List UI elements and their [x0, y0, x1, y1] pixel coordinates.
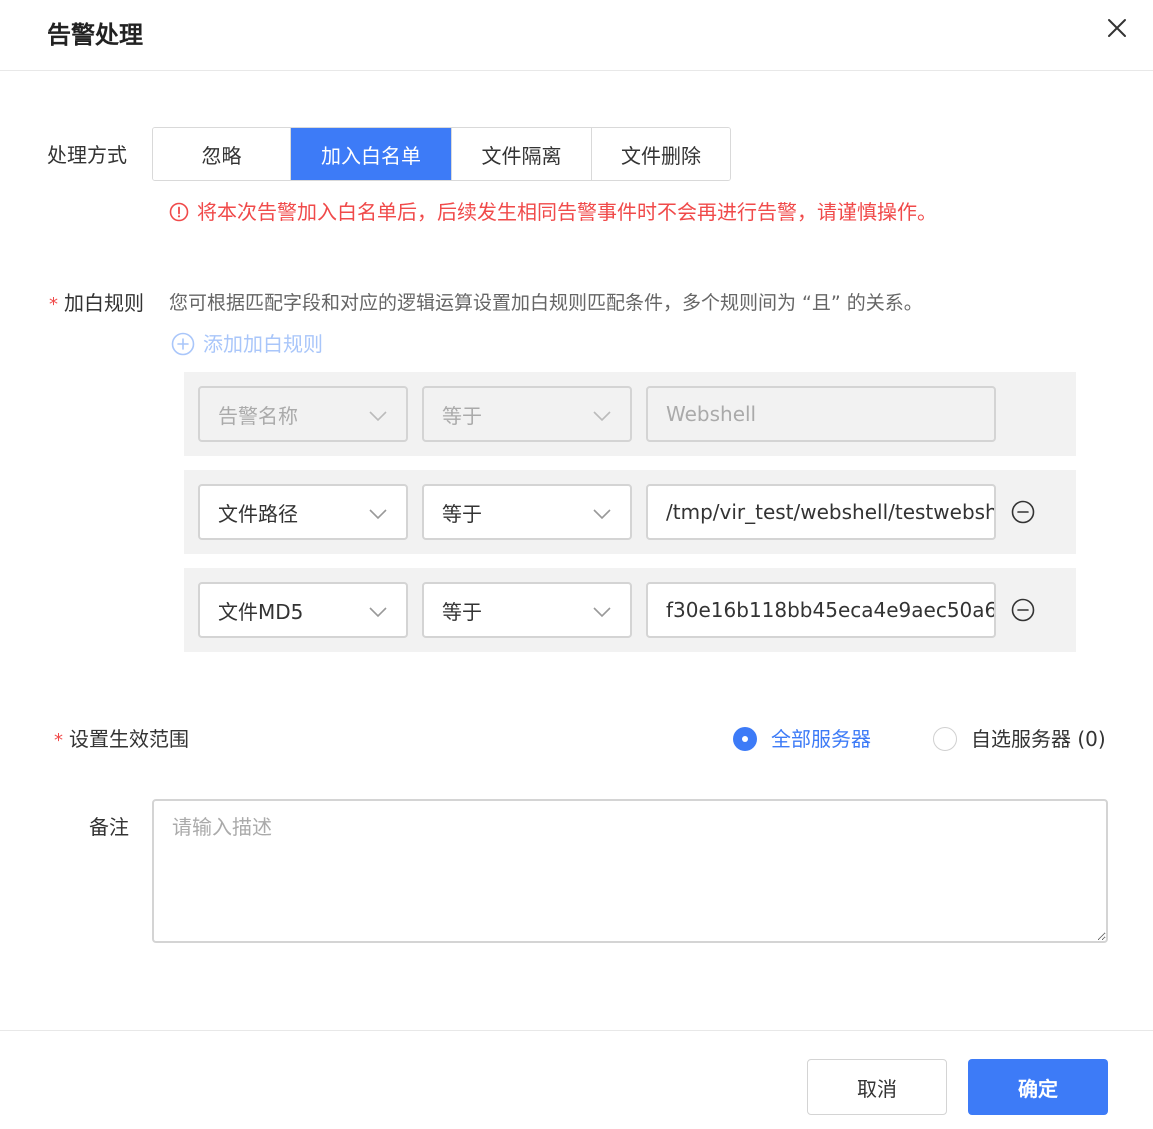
- warning-text: 将本次告警加入白名单后，后续发生相同告警事件时不会再进行告警，请谨慎操作。: [197, 200, 937, 224]
- handling-label: 处理方式: [47, 143, 127, 167]
- rule-operator-select: 等于: [422, 386, 632, 442]
- radio-checked-icon: [733, 727, 757, 751]
- chevron-down-icon: [369, 411, 387, 422]
- handling-option-delete[interactable]: 文件删除: [591, 128, 730, 180]
- chevron-down-icon: [593, 607, 611, 618]
- add-rule-button[interactable]: 添加加白规则: [171, 330, 323, 358]
- rule-row: 文件路径 等于 /tmp/vir_test/webshell/testwebsh…: [184, 470, 1076, 554]
- scope-label-text: 设置生效范围: [69, 727, 189, 751]
- required-mark: *: [54, 730, 63, 751]
- rules-label: * 加白规则: [49, 289, 144, 319]
- rule-field-select: 告警名称: [198, 386, 408, 442]
- rule-operator-select[interactable]: 等于: [422, 582, 632, 638]
- footer-divider: [0, 1030, 1153, 1031]
- rule-operator-value: 等于: [442, 403, 482, 428]
- rule-field-select[interactable]: 文件MD5: [198, 582, 408, 638]
- plus-circle-icon: [171, 332, 195, 356]
- required-mark: *: [49, 294, 58, 315]
- remark-label: 备注: [89, 815, 129, 839]
- scope-radio-custom-servers[interactable]: 自选服务器 (0): [933, 725, 1106, 753]
- chevron-down-icon: [593, 411, 611, 422]
- remove-rule-icon[interactable]: [1011, 500, 1035, 524]
- rule-value-input[interactable]: f30e16b118bb45eca4e9aec50a69: [646, 582, 996, 638]
- warning-icon: [169, 202, 189, 222]
- rule-operator-select[interactable]: 等于: [422, 484, 632, 540]
- add-rule-label: 添加加白规则: [203, 332, 323, 356]
- handling-option-ignore[interactable]: 忽略: [153, 128, 290, 180]
- rule-field-value: 文件MD5: [218, 599, 304, 624]
- handling-segmented-control: 忽略 加入白名单 文件隔离 文件删除: [152, 127, 731, 181]
- rules-label-text: 加白规则: [64, 291, 144, 315]
- rules-hint: 您可根据匹配字段和对应的逻辑运算设置加白规则匹配条件，多个规则间为 “且” 的关…: [169, 292, 923, 314]
- rule-row: 告警名称 等于 Webshell: [184, 372, 1076, 456]
- radio-unchecked-icon: [933, 727, 957, 751]
- rule-field-value: 文件路径: [218, 501, 298, 526]
- rule-field-value: 告警名称: [218, 403, 298, 428]
- confirm-button[interactable]: 确定: [968, 1059, 1108, 1115]
- dialog-title: 告警处理: [47, 21, 143, 49]
- warning-message: 将本次告警加入白名单后，后续发生相同告警事件时不会再进行告警，请谨慎操作。: [169, 198, 937, 226]
- chevron-down-icon: [369, 607, 387, 618]
- handling-option-whitelist[interactable]: 加入白名单: [290, 128, 451, 180]
- remove-rule-icon[interactable]: [1011, 598, 1035, 622]
- scope-label: * 设置生效范围: [54, 725, 189, 755]
- scope-option-label: 自选服务器 (0): [971, 727, 1106, 751]
- rule-row: 文件MD5 等于 f30e16b118bb45eca4e9aec50a69: [184, 568, 1076, 652]
- dialog-header: 告警处理: [0, 0, 1153, 71]
- cancel-button[interactable]: 取消: [807, 1059, 947, 1115]
- close-icon[interactable]: [1101, 12, 1133, 44]
- scope-radio-all-servers[interactable]: 全部服务器: [733, 725, 871, 753]
- scope-option-label: 全部服务器: [771, 727, 871, 751]
- rule-operator-value: 等于: [442, 599, 482, 624]
- rule-value-input[interactable]: /tmp/vir_test/webshell/testwebshe: [646, 484, 996, 540]
- rule-operator-value: 等于: [442, 501, 482, 526]
- rule-value-input: Webshell: [646, 386, 996, 442]
- handling-option-quarantine[interactable]: 文件隔离: [451, 128, 591, 180]
- rule-field-select[interactable]: 文件路径: [198, 484, 408, 540]
- chevron-down-icon: [369, 509, 387, 520]
- remark-textarea[interactable]: [152, 799, 1108, 943]
- chevron-down-icon: [593, 509, 611, 520]
